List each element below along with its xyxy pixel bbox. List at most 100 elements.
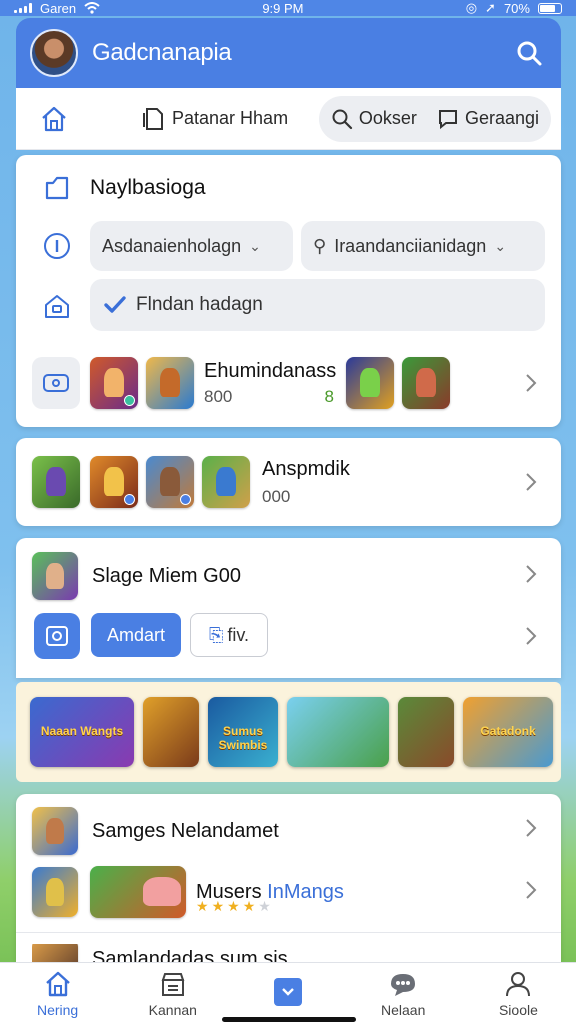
signal-icon [14, 3, 32, 13]
wallet-icon [32, 357, 80, 409]
select-left[interactable]: Asdanaienholagn ⌄ [90, 221, 293, 271]
game-thumb[interactable] [146, 456, 194, 508]
house-lock-icon [34, 283, 80, 329]
banner-tile-label: Naaan Wangts [40, 723, 124, 738]
banner-tile-label: Sumus Swimbis [218, 723, 268, 752]
home-indicator [222, 1017, 356, 1022]
tab-bar: Patanar Hham Ookser Geraangi [16, 88, 561, 150]
list-item-title-accent: InMangs [267, 880, 344, 903]
select-left-value: Asdanaienholagn [102, 235, 242, 256]
tv-button-label: fiv. [227, 624, 250, 645]
banner-tile[interactable] [287, 697, 389, 767]
games-row-1-extra: 8 [324, 386, 334, 406]
nav-chat[interactable]: Nelaan [346, 963, 461, 1024]
games-row-1-title: Ehumindanass [204, 359, 337, 382]
select-right-value: Iraandanciianidagn [334, 235, 487, 256]
banner-tile[interactable]: Gatadonk [463, 697, 553, 767]
list-item[interactable]: Musers InMangs [32, 864, 344, 920]
apply-button[interactable]: Amdart [91, 613, 181, 657]
status-bar: Garen 9:9 PM ◎ ➚ 70% [0, 0, 576, 16]
banner-tile[interactable] [398, 697, 454, 767]
chevron-right-icon[interactable] [521, 562, 541, 586]
gallery-icon[interactable] [34, 613, 80, 659]
menu-heading-row[interactable]: Naylbasioga [34, 165, 206, 211]
chevron-right-icon[interactable] [521, 878, 541, 902]
game-thumb[interactable] [346, 357, 394, 409]
carrier-label: Garen [40, 0, 77, 16]
list-item-title: Samges Nelandamet [92, 819, 279, 842]
star-icon: ★ [258, 898, 271, 914]
clock: 9:9 PM [262, 0, 304, 16]
nav-profile[interactable]: Sioole [461, 963, 576, 1024]
chat-icon [391, 973, 416, 996]
nav-home[interactable]: Nering [0, 963, 115, 1024]
wifi-icon [84, 2, 100, 14]
star-icon: ★ [211, 898, 225, 914]
sliders-icon: ⚲ [313, 235, 327, 256]
chevron-right-icon[interactable] [521, 816, 541, 840]
tab-main[interactable]: Patanar Hham [142, 107, 288, 131]
tab-messages-label: Geraangi [464, 108, 539, 128]
game-thumb[interactable] [202, 456, 250, 508]
nav-home-label: Nering [36, 1001, 79, 1018]
document-icon [143, 107, 163, 130]
home-icon [42, 106, 66, 131]
games-row-2-text: Anspmdik 000 [262, 458, 350, 507]
store-icon [161, 972, 185, 996]
tab-search[interactable]: Ookser [331, 108, 417, 130]
game-thumb[interactable] [32, 456, 80, 508]
game-thumb[interactable] [146, 357, 194, 409]
chevron-right-icon[interactable] [521, 371, 541, 395]
search-icon [517, 41, 542, 66]
menu-heading: Naylbasioga [90, 176, 206, 199]
chevron-right-icon[interactable] [521, 624, 541, 648]
divider [16, 932, 561, 933]
games-card-2[interactable]: Anspmdik 000 [16, 438, 561, 526]
banner-tile[interactable] [143, 697, 199, 767]
games-row-1-count: 800 [204, 386, 233, 406]
checkmark-icon [104, 296, 126, 313]
select-right[interactable]: ⚲ Iraandanciianidagn ⌄ [301, 221, 545, 271]
folder-icon [34, 165, 80, 211]
game-thumb[interactable] [402, 357, 450, 409]
bottom-nav: Nering Kannan Nelaan Sioole [0, 962, 576, 1024]
nav-center[interactable] [230, 963, 345, 1024]
filter-checkbox-row[interactable]: Flndan hadagn [90, 279, 545, 331]
nav-profile-label: Sioole [498, 1001, 538, 1018]
checkbox-label: Flndan hadagn [136, 294, 263, 315]
tab-messages[interactable]: Geraangi [437, 108, 539, 130]
center-tab-icon [274, 977, 302, 1006]
game-thumb [90, 866, 186, 918]
star-icon: ★ [227, 898, 240, 914]
banner-tile[interactable]: Sumus Swimbis [208, 697, 278, 767]
app-title: Gadcnanapia [92, 39, 232, 66]
edit-icon: ⎘ [208, 624, 224, 645]
profile-icon [506, 971, 531, 996]
nav-chat-label: Nelaan [381, 1001, 426, 1018]
section-3-row[interactable]: Slage Miem G00 [32, 550, 241, 602]
games-row-2-count: 000 [262, 486, 291, 506]
tv-button[interactable]: ⎘ fiv. [190, 613, 268, 657]
tab-home[interactable] [26, 96, 82, 142]
game-banner: Naaan Wangts Sumus Swimbis Gatadonk [16, 682, 561, 782]
list-item[interactable]: Samges Nelandamet [32, 806, 279, 856]
games-row-2-title: Anspmdik [262, 457, 350, 480]
list-card: Samges Nelandamet Musers InMangs ★ ★ ★ ★… [16, 794, 561, 974]
search-icon [332, 109, 353, 129]
game-thumb[interactable] [90, 357, 138, 409]
banner-tile[interactable]: Naaan Wangts [30, 697, 134, 767]
avatar[interactable] [30, 29, 78, 77]
search-button[interactable] [511, 35, 547, 71]
section-card-3: Slage Miem G00 Amdart ⎘ fiv. [16, 538, 561, 678]
nav-store[interactable]: Kannan [115, 963, 230, 1024]
chevron-right-icon[interactable] [521, 470, 541, 494]
tab-pill-group: Ookser Geraangi [318, 95, 551, 142]
home-icon [45, 971, 70, 996]
banner-tile-label: Gatadonk [480, 723, 536, 738]
tab-search-label: Ookser [358, 108, 417, 128]
info-icon [34, 223, 80, 269]
game-thumb[interactable] [90, 456, 138, 508]
star-icon: ★ [242, 898, 256, 914]
games-row-1[interactable]: Ehumindanass 800 8 [32, 355, 547, 411]
games-row-1-text: Ehumindanass 800 8 [204, 359, 337, 407]
